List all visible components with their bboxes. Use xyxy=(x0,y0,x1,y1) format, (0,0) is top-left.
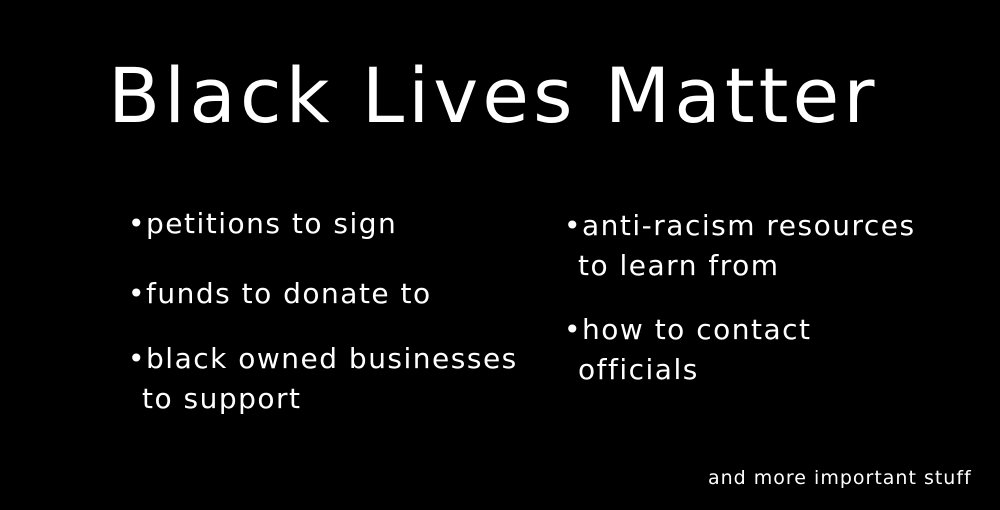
list-item-text: •petitions to sign xyxy=(128,207,398,240)
list-item-petitions: •petitions to sign xyxy=(128,204,397,244)
list-item-continuation: officials xyxy=(578,353,699,386)
list-item-businesses: •black owned businesses to support xyxy=(128,339,518,419)
list-item-resources: •anti-racism resources to learn from xyxy=(564,206,916,286)
list-item-continuation: to learn from xyxy=(578,249,780,282)
list-item-text: •black owned businesses xyxy=(128,342,518,375)
footer-note: and more important stuff xyxy=(708,467,972,489)
page-title: Black Lives Matter xyxy=(108,51,879,140)
list-item-continuation: to support xyxy=(142,382,302,415)
list-item-text: •funds to donate to xyxy=(128,277,432,310)
list-item-officials: •how to contact officials xyxy=(564,310,811,390)
list-item-funds: •funds to donate to xyxy=(128,274,432,314)
list-item-text: •anti-racism resources xyxy=(564,209,916,242)
list-item-text: •how to contact xyxy=(564,313,812,346)
graphic-canvas: Black Lives Matter •petitions to sign •f… xyxy=(0,0,1000,510)
